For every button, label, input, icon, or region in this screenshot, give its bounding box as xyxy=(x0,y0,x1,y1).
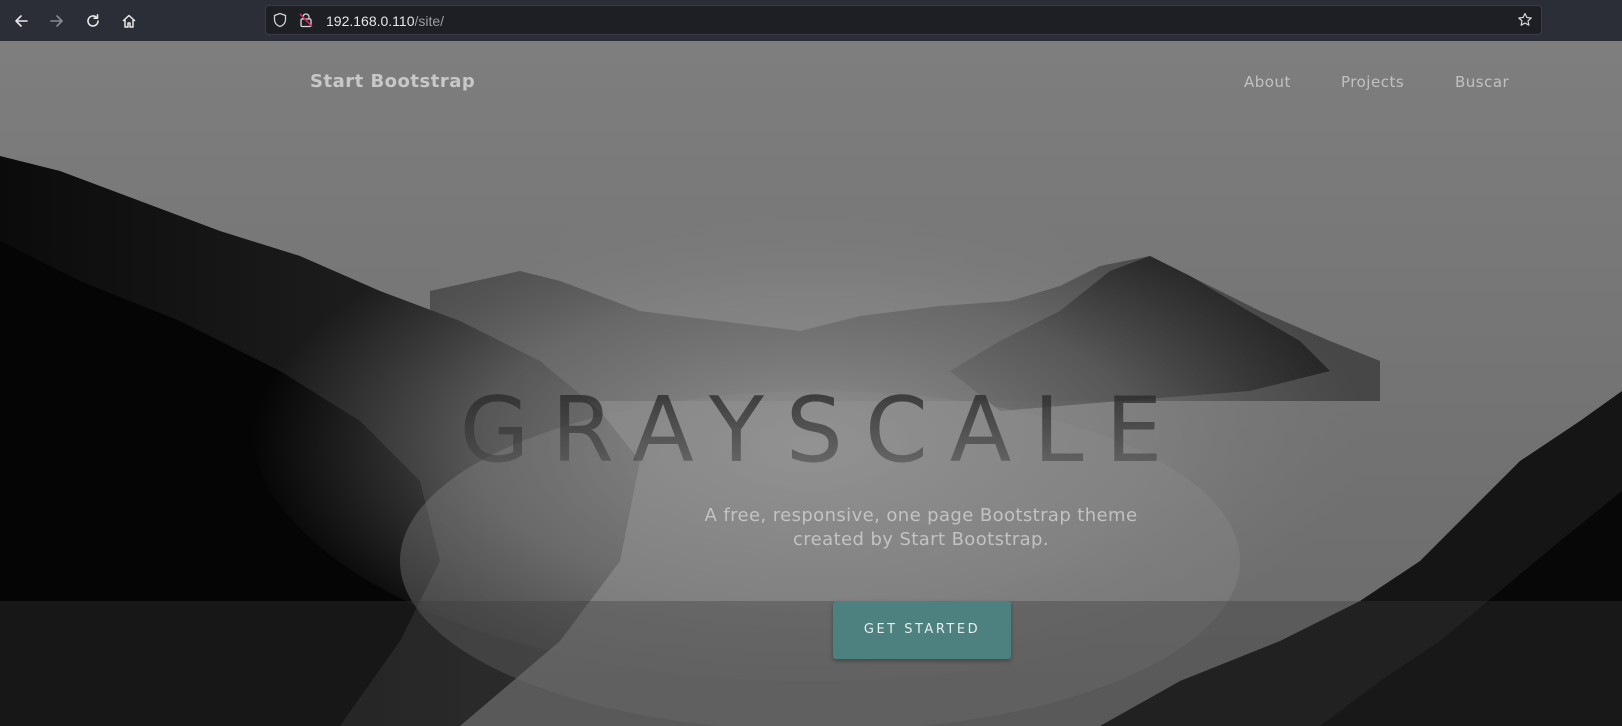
reload-icon xyxy=(87,14,99,27)
home-icon xyxy=(122,14,136,28)
bookmark-star-icon[interactable] xyxy=(1517,12,1533,28)
back-icon xyxy=(15,15,28,27)
hero-title: GRAYSCALE xyxy=(0,381,1622,481)
get-started-button[interactable]: GET STARTED xyxy=(833,601,1011,659)
url-path: /site/ xyxy=(414,13,445,29)
hero-subtitle-line-2: created by Start Bootstrap. xyxy=(792,529,1050,550)
reload-button[interactable] xyxy=(80,8,106,34)
home-button[interactable] xyxy=(116,8,142,34)
forward-icon xyxy=(50,15,63,27)
hero-subtitle: A free, responsive, one page Bootstrap t… xyxy=(661,504,1181,552)
url-text[interactable]: 192.168.0.110/site/ xyxy=(326,12,444,30)
site-brand[interactable]: Start Bootstrap xyxy=(310,71,475,92)
nav-link-about[interactable]: About xyxy=(1244,73,1291,91)
address-bar[interactable]: 192.168.0.110/site/ xyxy=(265,5,1542,35)
page-hero: Start Bootstrap About Projects Buscar GR… xyxy=(0,41,1622,726)
forward-button[interactable] xyxy=(44,8,70,34)
hero-subtitle-line-1: A free, responsive, one page Bootstrap t… xyxy=(704,505,1138,526)
nav-link-buscar[interactable]: Buscar xyxy=(1455,73,1509,91)
nav-link-projects[interactable]: Projects xyxy=(1341,73,1404,91)
url-host: 192.168.0.110 xyxy=(326,13,415,29)
lock-icon[interactable] xyxy=(298,12,314,28)
browser-toolbar: 192.168.0.110/site/ xyxy=(0,0,1622,42)
back-button[interactable] xyxy=(8,8,34,34)
shield-icon[interactable] xyxy=(272,12,288,28)
